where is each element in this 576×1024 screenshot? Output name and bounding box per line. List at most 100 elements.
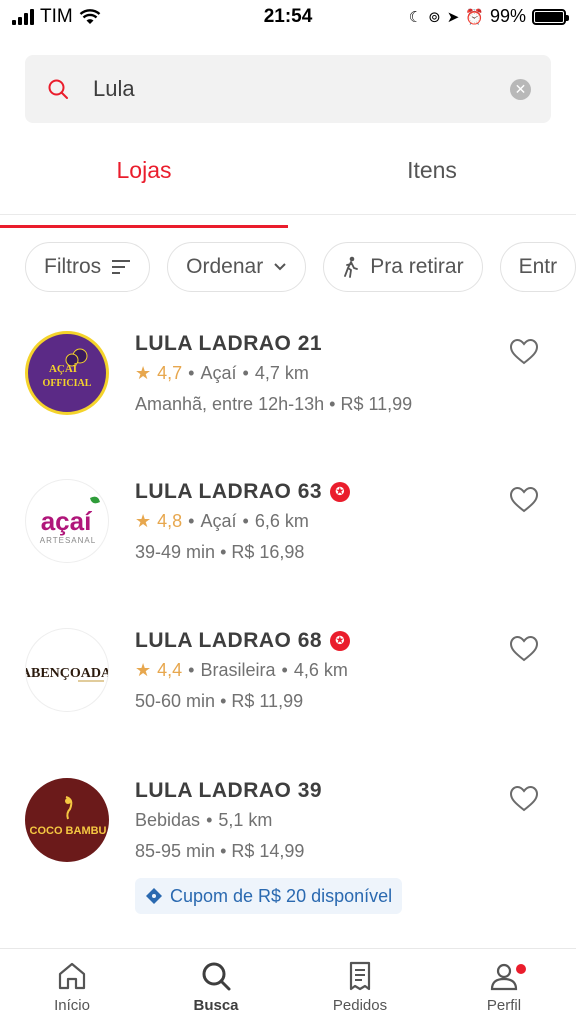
store-logo: açaí ARTESANAL [25,479,109,563]
separator: • [188,659,195,680]
search-icon [202,962,231,991]
battery-percent: 99% [489,6,526,26]
status-bar: TIM 21:54 ☾ ⊚ ➤ ⏰ 99% [0,0,576,34]
nav-label: Busca [193,997,239,1014]
store-name: LULA LADRAO 39 [135,777,322,805]
separator: • [220,691,232,711]
store-distance: 4,7 km [254,362,309,383]
store-info: LULA LADRAO 39 Bebidas • 5,1 km 85-95 mi… [135,777,322,862]
separator: • [329,394,341,414]
store-logo: AÇAÍ OFFICIAL [25,331,109,415]
logo-text-line1: ABENÇOADA [26,666,109,681]
coupon-badge[interactable]: Cupom de R$ 20 disponível [135,878,403,914]
store-info: LULA LADRAO 21 ★ 4,7 • Açaí • 4,7 km Ama… [135,330,412,415]
filters-chip-label: Filtros [44,255,102,278]
notification-dot [514,962,528,976]
delivery-time: Amanhã, entre 12h-13h [135,394,325,414]
store-distance: 6,6 km [254,510,309,531]
store-rating: 4,4 [157,659,183,680]
store-name-text: LULA LADRAO 21 [135,332,323,355]
tab-lojas[interactable]: Lojas [0,140,288,228]
store-delivery: Amanhã, entre 12h-13h • R$ 11,99 [135,394,412,415]
nav-busca[interactable]: Busca [144,949,288,1024]
ticket-icon [146,888,162,904]
delivery-fee: R$ 11,99 [340,394,413,414]
pickup-chip[interactable]: Pra retirar [323,242,483,292]
separator: • [281,659,288,680]
delivery-time: 85-95 min [135,841,216,861]
heart-icon[interactable] [509,338,539,366]
store-delivery: 39-49 min • R$ 16,98 [135,542,350,563]
alarm-icon: ⏰ [465,8,484,26]
filter-chips: Filtros Ordenar Pra retirar Entr [25,242,576,292]
delivery-chip[interactable]: Entr [499,242,576,292]
separator: • [242,362,249,383]
logo-text-line2: ARTESANAL [40,536,96,545]
home-icon [58,962,86,990]
search-icon [48,79,68,99]
clear-search-icon[interactable]: ✕ [510,78,531,100]
separator: • [220,841,232,861]
star-icon: ★ [135,510,152,531]
location-icon: ➤ [446,8,460,26]
separator: • [188,362,195,383]
store-meta: ★ 4,8 • Açaí • 6,6 km [135,507,350,535]
results-tabs: Lojas Itens [0,140,576,228]
heart-icon[interactable] [509,785,539,813]
sort-chip[interactable]: Ordenar [167,242,307,292]
store-meta: ★ 4,7 • Açaí • 4,7 km [135,359,412,387]
pickup-chip-label: Pra retirar [370,255,464,278]
store-delivery: 85-95 min • R$ 14,99 [135,841,322,862]
store-distance: 4,6 km [293,659,348,680]
store-name-text: LULA LADRAO 39 [135,779,323,802]
super-restaurant-badge-icon: ✪ [330,482,351,502]
store-category: Açaí [200,362,237,383]
nav-pedidos[interactable]: Pedidos [288,949,432,1024]
store-distance: 5,1 km [218,809,273,830]
store-rating: 4,7 [157,362,183,383]
store-info: LULA LADRAO 63 ✪ ★ 4,8 • Açaí • 6,6 km 3… [135,478,351,563]
bottom-navigation: Início Busca Pedidos Perfil [0,948,576,1024]
abencoada-logo: ABENÇOADA [26,666,109,682]
tab-itens[interactable]: Itens [288,140,576,214]
nav-label: Pedidos [332,997,388,1014]
delivery-fee: R$ 16,98 [231,542,305,562]
delivery-time: 39-49 min [135,542,216,562]
store-logo: COCO BAMBU [25,778,109,862]
store-name-text: LULA LADRAO 63 [135,480,323,503]
store-delivery: 50-60 min • R$ 11,99 [135,691,350,712]
store-category: Bebidas [135,809,201,830]
heart-icon[interactable] [509,486,539,514]
search-input[interactable] [93,76,510,102]
store-name: LULA LADRAO 63 ✪ [135,478,351,506]
nav-inicio[interactable]: Início [0,949,144,1024]
chevron-down-icon [274,263,286,271]
delivery-fee: R$ 11,99 [231,691,304,711]
logo-text-line1: açaí [41,506,92,536]
status-right: ☾ ⊚ ➤ ⏰ 99% [408,6,569,27]
nav-label: Perfil [486,997,522,1014]
separator: • [188,510,195,531]
store-meta: ★ 4,4 • Brasileira • 4,6 km [135,656,350,684]
store-rating: 4,8 [157,510,183,531]
nav-label: Início [54,997,90,1014]
store-name: LULA LADRAO 21 [135,330,412,358]
store-name: LULA LADRAO 68 ✪ [135,627,351,655]
acai-official-logo: AÇAÍ OFFICIAL [43,348,92,389]
moon-icon: ☾ [408,8,423,26]
filters-chip[interactable]: Filtros [25,242,151,292]
star-icon: ★ [135,659,152,680]
nav-perfil[interactable]: Perfil [432,949,576,1024]
heart-icon[interactable] [509,635,539,663]
sort-chip-label: Ordenar [186,255,264,278]
coupon-text: Cupom de R$ 20 disponível [170,885,393,906]
logo-text-line1: AÇAÍ [49,363,77,375]
separator: • [242,510,249,531]
orders-icon [349,961,371,991]
store-category: Açaí [200,510,237,531]
store-logo: ABENÇOADA [25,628,109,712]
search-bar[interactable]: ✕ [25,55,551,123]
coco-bambu-logo: COCO BAMBU [30,796,107,837]
separator: • [206,809,213,830]
separator: • [220,542,232,562]
